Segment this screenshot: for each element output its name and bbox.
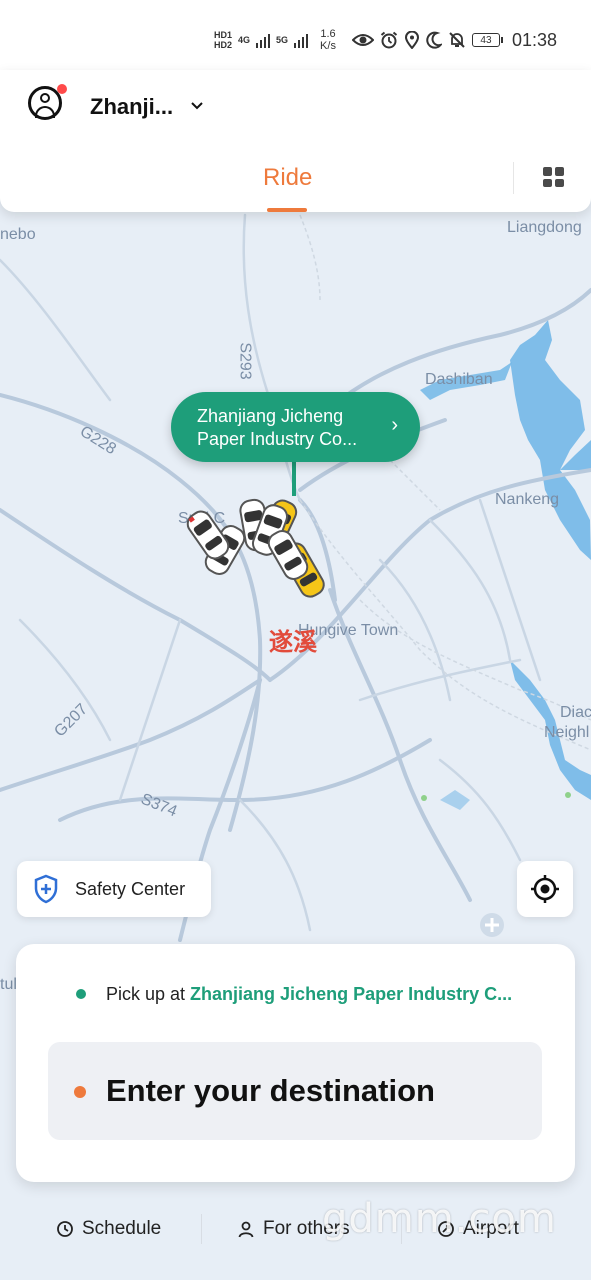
city-selector[interactable]: Zhanji... xyxy=(90,94,173,120)
status-time: 01:38 xyxy=(511,29,557,50)
pickup-bubble-line2: Paper Industry Co... xyxy=(197,429,358,449)
map-label-dashiban: Dashiban xyxy=(425,371,493,388)
location-status-icon xyxy=(404,31,419,49)
network-speed: 1.6 K/s xyxy=(320,28,336,52)
signal-bars-2-icon xyxy=(294,32,309,48)
chevron-down-icon[interactable] xyxy=(190,101,204,111)
safety-center-label: Safety Center xyxy=(75,878,186,899)
person-icon xyxy=(238,1221,254,1238)
network-4g-label: 4G xyxy=(238,35,251,45)
header-divider xyxy=(513,162,514,194)
pickup-location-bubble[interactable]: Zhanjiang Jicheng Paper Industry Co... › xyxy=(171,392,420,462)
trip-card: Pick up at Zhanjiang Jicheng Paper Indus… xyxy=(16,944,575,1182)
battery-level: 43 xyxy=(480,34,492,46)
network-5g-label: 5G xyxy=(276,35,289,45)
watermark: gdmm.com xyxy=(322,1196,557,1242)
map-label-tul: tul xyxy=(0,976,17,993)
hd2-label: HD2 xyxy=(214,40,233,50)
services-grid-icon[interactable] xyxy=(543,167,564,187)
pickup-prefix: Pick up at xyxy=(106,984,191,1004)
top-header: Zhanji... Ride xyxy=(0,70,591,212)
map-label-liangdong: Liangdong xyxy=(507,219,582,236)
locate-me-button[interactable] xyxy=(517,861,573,917)
moon-icon xyxy=(426,31,442,49)
destination-input[interactable]: Enter your destination xyxy=(48,1042,542,1140)
notification-dot xyxy=(57,84,67,94)
tab-ride-indicator xyxy=(267,208,307,212)
tab-ride[interactable]: Ride xyxy=(263,164,312,192)
schedule-label: Schedule xyxy=(82,1218,162,1239)
bell-mute-icon xyxy=(449,32,465,48)
clock-icon xyxy=(57,1221,73,1237)
map-label-nehebo: nebo xyxy=(0,226,36,243)
pickup-bubble-line1: Zhanjiang Jicheng xyxy=(197,406,344,426)
hd1-label: HD1 xyxy=(214,30,233,40)
pickup-dot xyxy=(76,989,86,999)
nearby-cars-icon xyxy=(186,498,325,598)
signal-bars-icon xyxy=(256,32,271,48)
crosshair-icon xyxy=(531,875,559,903)
hd-indicators: HD1 HD2 xyxy=(214,30,232,50)
pickup-place: Zhanjiang Jicheng Paper Industry C... xyxy=(190,984,513,1004)
map-label-diac: Diac xyxy=(560,704,591,721)
pickup-row[interactable]: Pick up at Zhanjiang Jicheng Paper Indus… xyxy=(106,984,512,1005)
map-label-s293: S293 xyxy=(236,342,254,380)
destination-dot xyxy=(74,1086,86,1098)
map-label-neighl: Neighl xyxy=(544,724,590,741)
pickup-pin-stem xyxy=(292,462,296,496)
battery-icon: 43 xyxy=(471,33,503,47)
speed-value: 1.6 xyxy=(320,28,336,40)
bottom-divider-1 xyxy=(201,1214,202,1244)
eye-icon xyxy=(351,34,374,46)
shield-icon xyxy=(34,874,58,904)
destination-placeholder: Enter your destination xyxy=(106,1073,435,1108)
map-label-nankeng: Nankeng xyxy=(495,491,560,508)
map-city-label-cn: 遂溪 xyxy=(269,629,317,656)
alarm-icon xyxy=(380,31,398,49)
safety-center-button[interactable]: Safety Center xyxy=(17,861,211,917)
speed-unit: K/s xyxy=(320,40,336,52)
schedule-button[interactable]: Schedule xyxy=(56,1218,161,1240)
chevron-right-icon: › xyxy=(391,414,398,436)
